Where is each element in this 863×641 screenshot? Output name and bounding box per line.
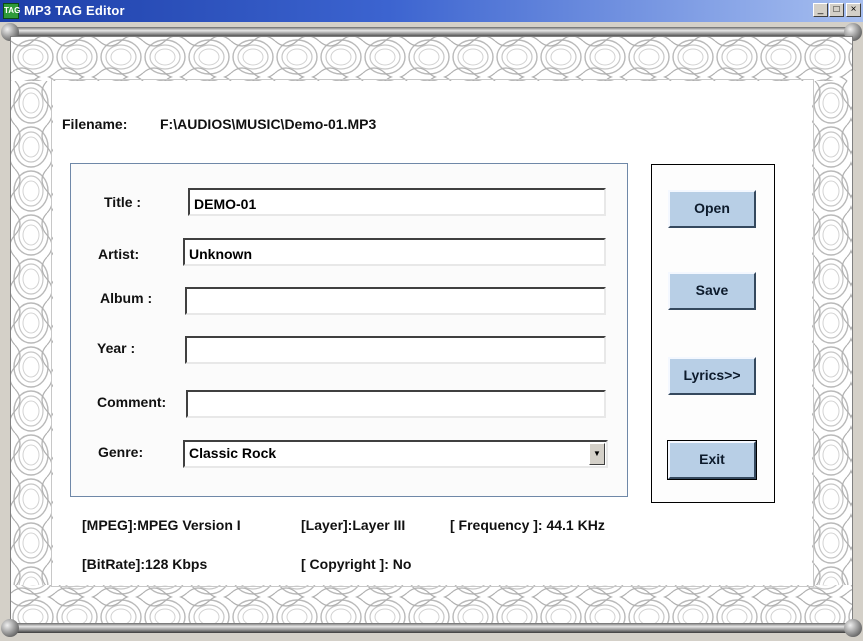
open-button[interactable]: Open (668, 190, 756, 228)
bottom-right-rod-cap (844, 619, 862, 637)
album-label: Album : (100, 290, 153, 306)
save-button[interactable]: Save (668, 272, 756, 310)
frequency-info: [ Frequency ]: 44.1 KHz (450, 517, 605, 533)
comment-label: Comment: (97, 394, 167, 410)
comment-field[interactable] (186, 390, 606, 418)
filename-label: Filename: (62, 116, 128, 132)
filename-path: F:\AUDIOS\MUSIC\Demo-01.MP3 (160, 116, 377, 132)
mp3-tag-editor-window: TAG MP3 TAG Editor _ □ × Filename: F:\AU… (0, 0, 863, 641)
title-label: Title : (104, 194, 142, 210)
genre-select[interactable]: Classic Rock ▼ (183, 440, 608, 468)
year-label: Year : (97, 340, 136, 356)
mpeg-info: [MPEG]:MPEG Version I (82, 517, 241, 533)
close-button[interactable]: × (846, 3, 861, 17)
genre-label: Genre: (98, 444, 144, 460)
minimize-button[interactable]: _ (813, 3, 828, 17)
album-field[interactable] (185, 287, 606, 315)
copyright-info: [ Copyright ]: No (301, 556, 412, 572)
bottom-left-rod-cap (1, 619, 19, 637)
genre-selected-value: Classic Rock (189, 445, 277, 461)
exit-button[interactable]: Exit (667, 440, 757, 480)
title-field[interactable] (188, 188, 606, 216)
window-title: MP3 TAG Editor (24, 3, 125, 18)
layer-info: [Layer]:Layer III (301, 517, 406, 533)
year-field[interactable] (185, 336, 606, 364)
bitrate-info: [BitRate]:128 Kbps (82, 556, 208, 572)
chevron-down-icon[interactable]: ▼ (589, 443, 605, 465)
maximize-button[interactable]: □ (829, 3, 844, 17)
app-icon[interactable]: TAG (3, 3, 20, 19)
bottom-scroll-rod (8, 623, 859, 633)
lyrics-button[interactable]: Lyrics>> (668, 357, 756, 395)
artist-field[interactable] (183, 238, 606, 266)
title-bar[interactable]: TAG MP3 TAG Editor _ □ × (0, 0, 863, 22)
artist-label: Artist: (98, 246, 140, 262)
